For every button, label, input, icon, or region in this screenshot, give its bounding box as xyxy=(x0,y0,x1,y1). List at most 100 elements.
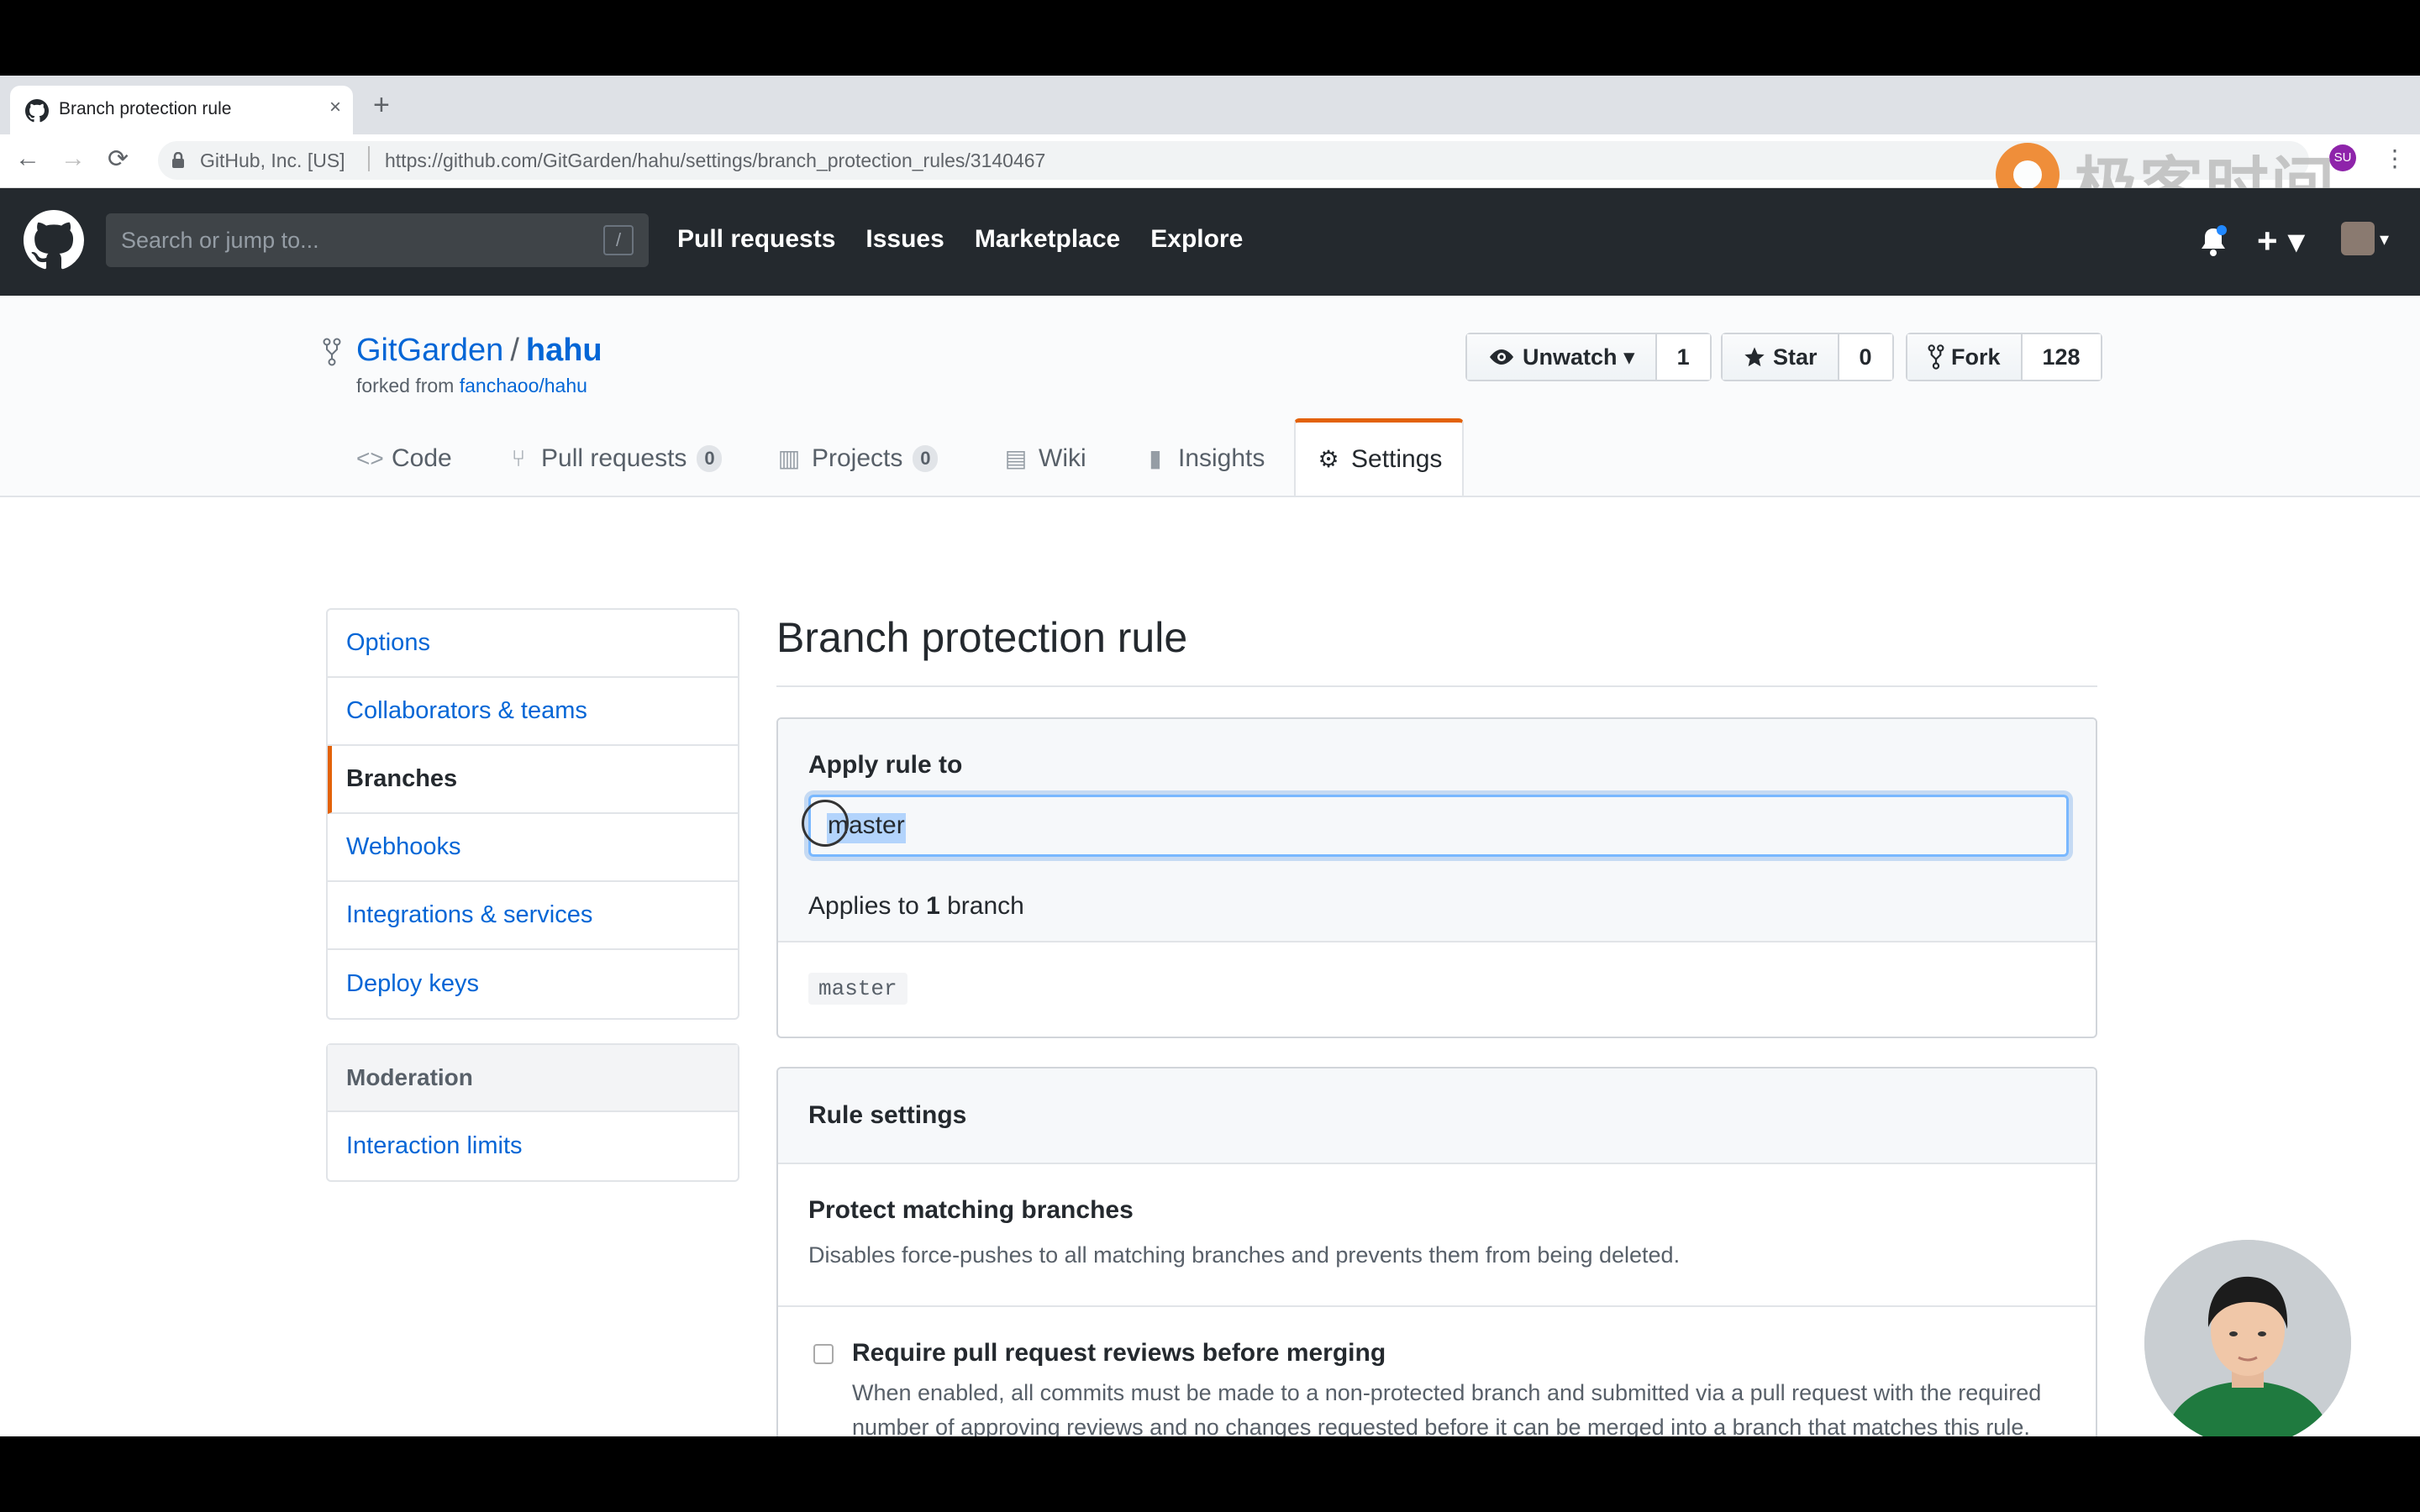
fork-label: Fork xyxy=(1951,344,2001,370)
fork-button[interactable]: Fork xyxy=(1907,334,2023,380)
forked-from: forked from fanchaoo/hahu xyxy=(356,375,587,397)
moderation-heading: Moderation xyxy=(328,1045,738,1112)
pull-requests-count: 0 xyxy=(697,445,723,472)
page-title: Branch protection rule xyxy=(776,614,1188,661)
site-identity: GitHub, Inc. [US] xyxy=(200,150,345,171)
tab-projects[interactable]: ▥ Projects 0 xyxy=(756,422,958,496)
star-button-group: Star 0 xyxy=(1721,333,1894,381)
github-favicon-icon xyxy=(25,99,49,123)
lock-icon xyxy=(172,152,184,168)
tab-settings-label: Settings xyxy=(1351,444,1443,473)
forked-from-link[interactable]: fanchaoo/hahu xyxy=(460,375,587,396)
tab-settings[interactable]: ⚙ Settings xyxy=(1294,418,1465,496)
new-tab-button[interactable]: + xyxy=(373,91,390,119)
tab-insights-label: Insights xyxy=(1178,444,1265,472)
protect-title: Protect matching branches xyxy=(808,1196,1134,1224)
applies-prefix: Applies to xyxy=(808,892,927,920)
browser-menu-icon[interactable]: ⋮ xyxy=(2383,144,2407,172)
unwatch-button[interactable]: Unwatch ▾ xyxy=(1467,334,1657,380)
url-text[interactable]: https://github.com/GitGarden/hahu/settin… xyxy=(385,150,1045,172)
sidebar-item-options[interactable]: Options xyxy=(328,610,738,678)
search-box[interactable]: / xyxy=(106,213,649,267)
repo-name-link[interactable]: hahu xyxy=(526,333,602,368)
git-pull-request-icon: ⑂ xyxy=(511,445,526,471)
settings-sidebar: Options Collaborators & teams Branches W… xyxy=(326,608,739,1020)
fork-icon xyxy=(1928,344,1944,370)
rule-settings-header: Rule settings xyxy=(778,1068,2096,1164)
address-bar[interactable]: GitHub, Inc. [US] https://github.com/Git… xyxy=(158,141,2309,180)
code-icon: <> xyxy=(356,445,384,471)
branch-pattern-input[interactable] xyxy=(808,795,2069,857)
applies-count-text: Applies to 1 branch xyxy=(808,892,1024,921)
repo-header: GitGarden / hahu forked from fanchaoo/hahu… xyxy=(0,296,2420,497)
omnibox-separator xyxy=(368,146,370,171)
protect-section: Protect matching branches Disables force… xyxy=(778,1164,2096,1307)
sidebar-item-branches[interactable]: Branches xyxy=(328,746,738,814)
nav-explore[interactable]: Explore xyxy=(1150,225,1243,254)
tab-wiki-label: Wiki xyxy=(1039,444,1086,472)
fork-count[interactable]: 128 xyxy=(2022,334,2101,380)
star-label: Star xyxy=(1773,344,1818,370)
require-reviews-option: Require pull request reviews before merg… xyxy=(778,1307,2096,1436)
star-icon xyxy=(1744,347,1765,367)
graph-icon: ▮ xyxy=(1149,445,1162,471)
repo-title: GitGarden / hahu xyxy=(356,333,602,369)
eye-icon xyxy=(1490,349,1513,365)
user-avatar[interactable] xyxy=(2341,222,2375,255)
github-logo-icon[interactable] xyxy=(24,210,84,270)
forward-arrow-icon[interactable]: → xyxy=(60,144,86,173)
screen: Branch protection rule × + ← → ⟳ GitHub,… xyxy=(0,76,2420,1436)
nav-issues[interactable]: Issues xyxy=(865,225,944,254)
mouse-cursor-indicator xyxy=(802,800,849,847)
fork-button-group: Fork 128 xyxy=(1906,333,2102,381)
chevron-down-icon[interactable]: ▾ xyxy=(2380,228,2389,250)
repo-forked-icon xyxy=(323,338,341,366)
forked-from-prefix: forked from xyxy=(356,375,460,396)
create-new-menu[interactable]: + ▾ xyxy=(2257,220,2305,261)
browser-tab[interactable]: Branch protection rule × xyxy=(10,86,353,134)
sidebar-item-deploy-keys[interactable]: Deploy keys xyxy=(328,950,738,1018)
applies-suffix: branch xyxy=(939,892,1024,920)
sidebar-item-collaborators[interactable]: Collaborators & teams xyxy=(328,678,738,746)
tab-code[interactable]: <> Code xyxy=(336,422,472,496)
title-divider xyxy=(776,685,2097,687)
tab-wiki[interactable]: ▤ Wiki xyxy=(983,422,1107,496)
nav-pull-requests[interactable]: Pull requests xyxy=(677,225,835,254)
tab-code-label: Code xyxy=(392,444,452,472)
apply-rule-label: Apply rule to xyxy=(808,751,963,779)
notifications-bell-icon[interactable] xyxy=(2198,225,2228,259)
presenter-image xyxy=(2144,1240,2351,1436)
sidebar-item-interaction-limits[interactable]: Interaction limits xyxy=(328,1112,738,1180)
browser-tab-title: Branch protection rule xyxy=(59,99,232,118)
close-tab-icon[interactable]: × xyxy=(329,96,341,119)
watch-count[interactable]: 1 xyxy=(1656,334,1710,380)
project-icon: ▥ xyxy=(777,445,801,471)
moderation-sidebar: Moderation Interaction limits xyxy=(326,1043,739,1182)
tab-pull-requests-label: Pull requests xyxy=(541,444,687,472)
slash-shortcut-hint: / xyxy=(603,225,634,255)
book-icon: ▤ xyxy=(1004,445,1028,471)
repo-title-separator: / xyxy=(510,333,519,368)
reload-icon[interactable]: ⟳ xyxy=(108,144,129,174)
search-input[interactable] xyxy=(121,225,558,255)
sidebar-item-integrations[interactable]: Integrations & services xyxy=(328,882,738,950)
back-arrow-icon[interactable]: ← xyxy=(15,144,40,173)
presenter-webcam xyxy=(2144,1240,2351,1436)
star-button[interactable]: Star xyxy=(1723,334,1839,380)
tab-pull-requests[interactable]: ⑂ Pull requests 0 xyxy=(486,422,742,496)
header-nav: Pull requests Issues Marketplace Explore xyxy=(677,225,1243,254)
require-reviews-checkbox[interactable] xyxy=(813,1344,834,1364)
gear-icon: ⚙ xyxy=(1318,445,1339,472)
tab-projects-label: Projects xyxy=(812,444,903,472)
sidebar-item-webhooks[interactable]: Webhooks xyxy=(328,814,738,882)
repo-owner-link[interactable]: GitGarden xyxy=(356,333,503,368)
tab-insights[interactable]: ▮ Insights xyxy=(1123,422,1285,496)
apply-rule-divider xyxy=(778,941,2096,942)
require-reviews-description: When enabled, all commits must be made t… xyxy=(852,1380,2042,1436)
require-reviews-title[interactable]: Require pull request reviews before merg… xyxy=(852,1339,2065,1368)
matched-branch-chip: master xyxy=(808,973,908,1005)
nav-marketplace[interactable]: Marketplace xyxy=(975,225,1120,254)
applies-count: 1 xyxy=(926,892,940,920)
watch-button-group: Unwatch ▾ 1 xyxy=(1465,333,1712,381)
star-count[interactable]: 0 xyxy=(1839,334,1892,380)
